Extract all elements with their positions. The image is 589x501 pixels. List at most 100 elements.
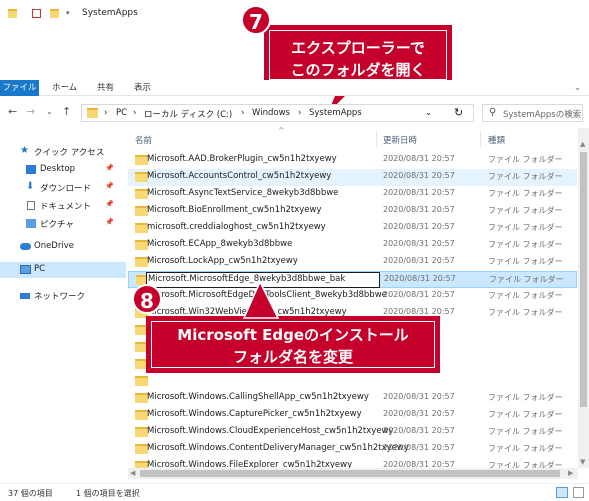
item-name: Microsoft.AsyncTextService_8wekyb3d8bbwe — [147, 188, 339, 198]
navigation-pane: ★ クイック アクセス Desktop 📌 ⬇ ダウンロード 📌 ドキュメント … — [0, 128, 126, 483]
back-icon[interactable]: ← — [8, 105, 17, 118]
item-name: Microsoft.Windows.FileExplorer_cw5n1h2tx… — [147, 460, 353, 468]
title-bar: ▾ SystemApps — [0, 0, 589, 27]
forward-icon[interactable]: → — [26, 105, 35, 118]
pin-icon: 📌 — [105, 218, 114, 226]
crumb-local-disk[interactable]: ローカル ディスク (C:) — [144, 108, 232, 120]
sort-ascending-icon: ^ — [278, 126, 285, 135]
sidebar-item-pc[interactable]: PC — [0, 262, 126, 278]
chevron-down-icon[interactable]: ▾ — [66, 9, 75, 18]
item-date: 2020/08/31 20:57 — [383, 154, 455, 163]
item-name: Microsoft.BioEnrollment_cw5n1h2txyewy — [147, 205, 322, 215]
sidebar-item-quick-access[interactable]: ★ クイック アクセス — [0, 144, 126, 160]
column-divider[interactable] — [376, 131, 377, 147]
sidebar-item-label: ダウンロード — [40, 184, 92, 194]
refresh-icon[interactable]: ↻ — [454, 106, 463, 119]
horizontal-scrollbar[interactable]: ◀ ▶ — [128, 468, 578, 479]
new-folder-icon[interactable] — [50, 9, 59, 18]
sidebar-item-network[interactable]: ネットワーク — [0, 288, 126, 304]
item-type: ファイル フォルダー — [489, 275, 564, 284]
list-item[interactable]: Microsoft.Windows.FileExplorer_cw5n1h2tx… — [128, 458, 577, 468]
item-type: ファイル フォルダー — [488, 257, 563, 266]
item-type: ファイル フォルダー — [488, 393, 563, 402]
folder-icon[interactable] — [8, 9, 17, 18]
selection-count: 1 個の項目を選択 — [76, 489, 140, 498]
network-icon — [20, 293, 30, 299]
column-header-name[interactable]: 名前 — [135, 130, 152, 152]
item-type: ファイル フォルダー — [488, 444, 563, 453]
callout-eight-line1: Microsoft Edgeのインストール — [177, 326, 409, 344]
crumb-windows[interactable]: Windows — [252, 108, 290, 118]
up-icon[interactable]: ↑ — [62, 105, 71, 118]
item-date: 2020/08/31 20:57 — [383, 392, 455, 401]
pin-icon: 📌 — [105, 164, 114, 172]
list-item[interactable]: Microsoft.AccountsControl_cw5n1h2txyewy … — [128, 169, 577, 186]
tab-file[interactable]: ファイル — [0, 80, 39, 96]
crumb-separator: › — [104, 108, 108, 118]
pin-icon: 📌 — [105, 200, 114, 208]
list-item[interactable]: Microsoft.ECApp_8wekyb3d8bbwe 2020/08/31… — [128, 237, 577, 254]
list-item[interactable]: Microsoft.BioEnrollment_cw5n1h2txyewy 20… — [128, 203, 577, 220]
item-name: Microsoft.LockApp_cw5n1h2txyewy — [147, 256, 298, 266]
crumb-separator: › — [241, 108, 245, 118]
desktop-icon — [26, 165, 36, 174]
list-item[interactable]: Microsoft.AAD.BrokerPlugin_cw5n1h2txyewy… — [128, 152, 577, 169]
item-name: Microsoft.Windows.CallingShellApp_cw5n1h… — [147, 392, 369, 402]
pin-icon: 📌 — [105, 182, 114, 190]
list-item[interactable]: Microsoft.AsyncTextService_8wekyb3d8bbwe… — [128, 186, 577, 203]
sidebar-item-documents[interactable]: ドキュメント 📌 — [0, 198, 126, 214]
search-input[interactable]: ⚲ SystemAppsの検索 — [482, 104, 583, 122]
list-item[interactable]: Microsoft.Windows.ContentDeliveryManager… — [128, 441, 577, 458]
sidebar-item-downloads[interactable]: ⬇ ダウンロード 📌 — [0, 180, 126, 196]
large-icons-view-icon[interactable] — [573, 487, 584, 498]
list-item[interactable]: Microsoft.Windows.CloudExperienceHost_cw… — [128, 424, 577, 441]
scroll-up-icon[interactable]: ▲ — [580, 140, 585, 148]
column-header-date[interactable]: 更新日時 — [383, 130, 417, 152]
sidebar-item-label: Desktop — [40, 164, 76, 174]
chevron-down-icon[interactable]: ⌄ — [425, 108, 432, 118]
item-type: ファイル フォルダー — [488, 308, 563, 317]
expand-ribbon-icon[interactable]: ⌄ — [574, 80, 581, 96]
item-date: 2020/08/31 20:57 — [383, 188, 455, 197]
step-seven-badge: 7 — [241, 5, 271, 35]
column-divider[interactable] — [480, 131, 481, 147]
list-item[interactable]: Microsoft.Windows.CapturePicker_cw5n1h2t… — [128, 407, 577, 424]
properties-icon[interactable] — [32, 9, 41, 18]
scrollbar-thumb[interactable] — [140, 470, 560, 477]
crumb-separator: › — [133, 108, 137, 118]
search-placeholder: SystemAppsの検索 — [503, 110, 582, 120]
sidebar-item-onedrive[interactable]: OneDrive — [0, 239, 126, 255]
item-name: Microsoft.AAD.BrokerPlugin_cw5n1h2txyewy — [147, 154, 337, 164]
tab-view[interactable]: 表示 — [134, 80, 151, 96]
folder-icon — [87, 108, 98, 118]
item-date: 2020/08/31 20:57 — [383, 460, 455, 468]
list-item[interactable]: Microsoft.Windows.CallingShellApp_cw5n1h… — [128, 390, 577, 407]
details-view-icon[interactable] — [556, 487, 568, 498]
callout-eight-line2: フォルダ名を変更 — [232, 348, 353, 366]
scroll-right-icon[interactable]: ▶ — [568, 469, 573, 477]
scrollbar-thumb[interactable] — [580, 152, 587, 407]
sidebar-item-desktop[interactable]: Desktop 📌 — [0, 162, 126, 178]
list-item[interactable] — [128, 373, 577, 390]
item-name: microsoft.creddialoghost_cw5n1h2txyewy — [147, 222, 326, 232]
list-item-renaming[interactable]: Microsoft.MicrosoftEdge_8wekyb3d8bbwe_ba… — [128, 271, 577, 288]
column-header-type[interactable]: 種類 — [488, 130, 505, 152]
item-date: 2020/08/31 20:57 — [383, 290, 455, 299]
list-item[interactable]: microsoft.creddialoghost_cw5n1h2txyewy 2… — [128, 220, 577, 237]
item-type: ファイル フォルダー — [488, 461, 563, 468]
sidebar-item-pictures[interactable]: ピクチャ 📌 — [0, 216, 126, 232]
tab-share[interactable]: 共有 — [97, 80, 114, 96]
item-date: 2020/08/31 20:57 — [384, 274, 456, 283]
chevron-down-icon[interactable]: ⌄ — [46, 107, 53, 116]
vertical-scrollbar[interactable]: ▲ ▼ — [578, 128, 589, 468]
step-eight-badge: 8 — [132, 284, 162, 314]
scroll-left-icon[interactable]: ◀ — [130, 469, 135, 477]
address-input[interactable]: › PC › ローカル ディスク (C:) › Windows › System… — [81, 104, 474, 122]
list-item[interactable]: Microsoft.LockApp_cw5n1h2txyewy 2020/08/… — [128, 254, 577, 271]
crumb-pc[interactable]: PC — [116, 108, 127, 118]
tab-home[interactable]: ホーム — [52, 80, 77, 96]
crumb-systemapps[interactable]: SystemApps — [309, 108, 362, 118]
callout-seven-line2: このフォルダを開く — [290, 61, 426, 79]
list-item[interactable]: Microsoft.MicrosoftEdgeDevToolsClient_8w… — [128, 288, 577, 305]
scroll-down-icon[interactable]: ▼ — [580, 458, 585, 466]
